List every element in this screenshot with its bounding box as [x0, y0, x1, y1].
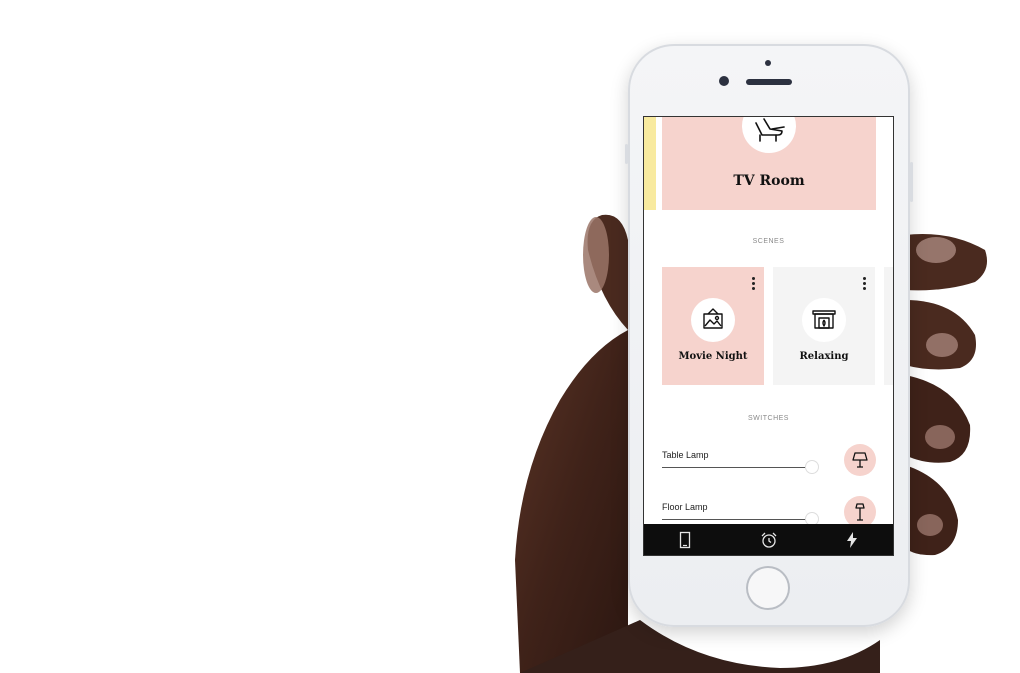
earpiece-speaker	[746, 79, 792, 85]
door-icon[interactable]	[675, 530, 695, 550]
brightness-slider-track[interactable]	[662, 519, 808, 520]
switch-label: Table Lamp	[662, 450, 709, 460]
switches-heading: SWITCHES	[748, 415, 789, 422]
lightning-icon[interactable]	[842, 530, 862, 550]
home-button[interactable]	[746, 566, 790, 610]
recliner-chair-icon	[742, 117, 796, 153]
bottom-tab-bar	[644, 524, 893, 555]
more-options-icon[interactable]	[752, 277, 755, 290]
phone-device: TV Room SCENES Movie Night Relaxing SWIT…	[625, 44, 913, 627]
fireplace-icon	[802, 298, 846, 342]
scene-card-relaxing[interactable]: Relaxing	[773, 267, 875, 385]
switch-row-table-lamp: Table Lamp	[662, 444, 876, 490]
scenes-heading: SCENES	[752, 238, 785, 245]
room-card[interactable]: TV Room	[662, 117, 876, 210]
room-title: TV Room	[733, 173, 805, 189]
brightness-slider-knob[interactable]	[806, 461, 818, 473]
proximity-sensor	[765, 60, 771, 66]
table-lamp-icon[interactable]	[844, 444, 876, 476]
mute-switch	[625, 144, 628, 164]
app-screen: TV Room SCENES Movie Night Relaxing SWIT…	[644, 117, 893, 555]
picture-frame-icon	[691, 298, 735, 342]
brightness-slider-track[interactable]	[662, 467, 808, 468]
next-scene-card-edge[interactable]	[884, 267, 893, 385]
front-camera	[719, 76, 729, 86]
more-options-icon[interactable]	[863, 277, 866, 290]
previous-room-card-edge[interactable]	[644, 117, 656, 210]
scene-card-movie-night[interactable]: Movie Night	[662, 267, 764, 385]
switch-label: Floor Lamp	[662, 502, 708, 512]
scene-name: Movie Night	[678, 351, 748, 362]
alarm-clock-icon[interactable]	[759, 530, 779, 550]
power-button	[910, 162, 913, 202]
scene-name: Relaxing	[799, 351, 849, 362]
